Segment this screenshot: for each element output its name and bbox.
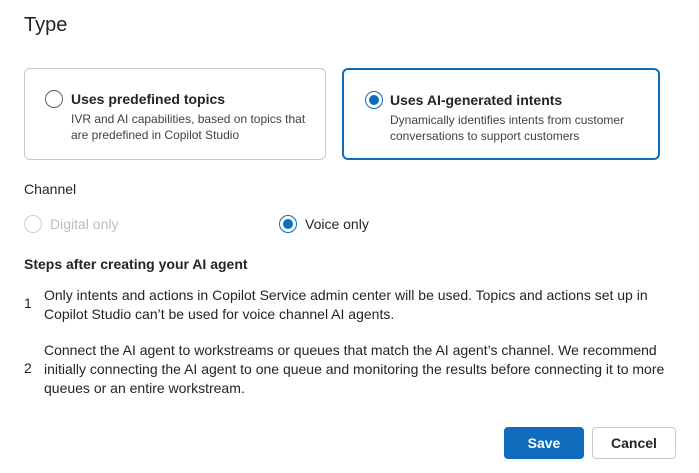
- cancel-button[interactable]: Cancel: [592, 427, 676, 459]
- type-option-predefined-topics[interactable]: Uses predefined topics IVR and AI capabi…: [24, 68, 326, 160]
- type-option-description: Dynamically identifies intents from cust…: [390, 113, 625, 143]
- radio-unselected-icon[interactable]: [45, 90, 63, 108]
- agent-type-dialog: Type Uses predefined topics IVR and AI c…: [0, 0, 699, 473]
- step-item: 1 Only intents and actions in Copilot Se…: [24, 285, 684, 325]
- channel-option-label: Digital only: [50, 216, 119, 232]
- page-title: Type: [24, 14, 68, 36]
- step-text: Only intents and actions in Copilot Serv…: [44, 287, 648, 322]
- step-text: Connect the AI agent to workstreams or q…: [44, 342, 665, 396]
- type-option-title: Uses predefined topics: [71, 91, 226, 107]
- channel-option-label: Voice only: [305, 216, 369, 232]
- radio-selected-icon[interactable]: [279, 215, 297, 233]
- steps-heading: Steps after creating your AI agent: [24, 256, 248, 272]
- channel-option-voice-only[interactable]: Voice only: [279, 214, 399, 234]
- radio-disabled-icon[interactable]: [24, 215, 42, 233]
- type-option-description: IVR and AI capabilities, based on topics…: [71, 112, 306, 142]
- step-item: 2 Connect the AI agent to workstreams or…: [24, 340, 684, 400]
- type-option-title: Uses AI-generated intents: [390, 92, 563, 108]
- step-number: 1: [24, 295, 32, 311]
- radio-selected-icon[interactable]: [365, 91, 383, 109]
- save-button[interactable]: Save: [504, 427, 584, 459]
- channel-option-digital-only[interactable]: Digital only: [24, 214, 164, 234]
- type-option-ai-generated-intents[interactable]: Uses AI-generated intents Dynamically id…: [342, 68, 660, 160]
- channel-label: Channel: [24, 181, 77, 197]
- step-number: 2: [24, 360, 32, 376]
